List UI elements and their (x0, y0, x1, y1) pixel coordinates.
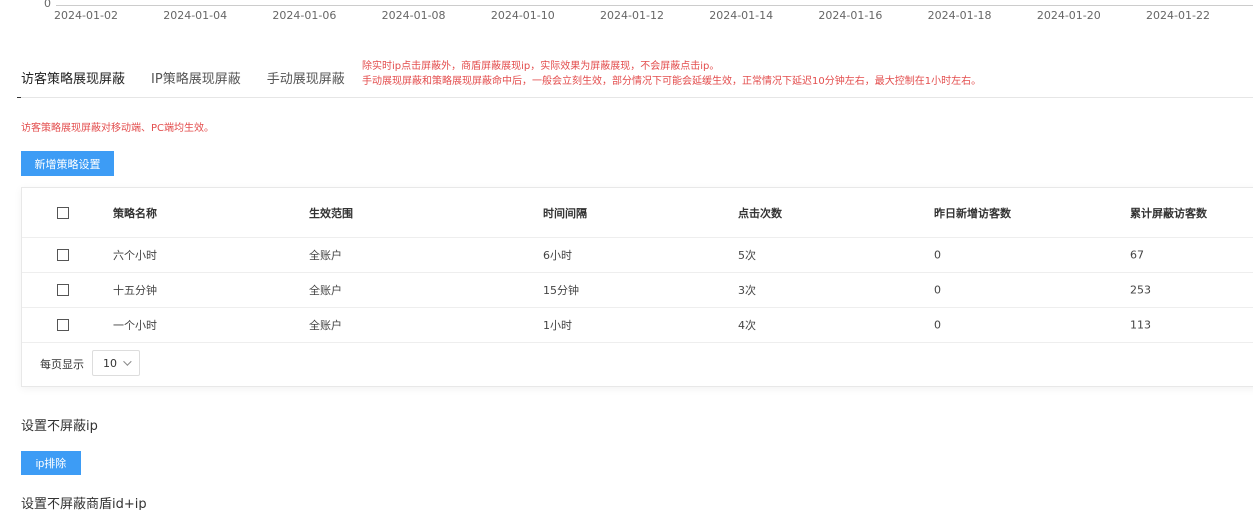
y-axis-zero-label: 0 (44, 0, 51, 10)
cell-interval: 15分钟 (543, 284, 579, 297)
cell-scope: 全账户 (309, 284, 342, 297)
page-size-value: 10 (103, 356, 117, 370)
col-header-interval: 时间间隔 (543, 206, 587, 220)
cell-total-blocked: 253 (1130, 283, 1151, 297)
add-strategy-button[interactable]: 新增策略设置 (21, 151, 114, 176)
col-header-total-blocked: 累计屏蔽访客数 (1130, 206, 1207, 220)
cell-name: 十五分钟 (113, 284, 157, 297)
cell-clicks: 4次 (738, 319, 756, 332)
cell-new-visitors: 0 (934, 318, 941, 332)
chevron-down-icon (123, 357, 132, 366)
cell-interval: 1小时 (543, 319, 572, 332)
cell-new-visitors: 0 (934, 283, 941, 297)
notice-line-2: 手动展现屏蔽和策略展现屏蔽命中后，一般会立刻生效，部分情况下可能会延缓生效，正常… (362, 76, 982, 87)
table-header-row: 策略名称 生效范围 时间间隔 点击次数 昨日新增访客数 累计屏蔽访客数 (22, 188, 1253, 238)
select-all-checkbox[interactable] (57, 206, 69, 219)
tab-visitor-strategy[interactable]: 访客策略展现屏蔽 (16, 56, 128, 98)
chart-x-axis: 0 2024-01-02 2024-01-04 2024-01-06 2024-01-… (0, 0, 1253, 30)
notice-line-1: 除实时ip点击屏蔽外，商盾屏蔽展现ip，实际效果为屏蔽展现，不会屏蔽点击ip。 (362, 61, 720, 72)
cell-scope: 全账户 (309, 249, 342, 262)
cell-clicks: 5次 (738, 249, 756, 262)
cell-name: 六个小时 (113, 249, 157, 262)
notice-text: 除实时ip点击屏蔽外，商盾屏蔽展现ip，实际效果为屏蔽展现，不会屏蔽点击ip。 … (362, 59, 981, 89)
x-tick-label: 2024-01-08 (381, 9, 446, 22)
strategy-table-panel: 策略名称 生效范围 时间间隔 点击次数 昨日新增访客数 累计屏蔽访客数 六个小时… (21, 187, 1253, 387)
ip-exclusion-title: 设置不屏蔽ip (21, 419, 98, 434)
cell-name: 一个小时 (113, 319, 157, 332)
x-tick-label: 2024-01-10 (490, 9, 555, 22)
col-header-new-visitors: 昨日新增访客数 (934, 206, 1011, 220)
page-size-label: 每页显示 (40, 358, 84, 371)
x-tick-label: 2024-01-04 (163, 9, 228, 22)
row-checkbox[interactable] (57, 284, 69, 296)
shield-id-ip-title: 设置不屏蔽商盾id+ip (21, 497, 147, 510)
x-tick-label: 2024-01-02 (54, 9, 118, 22)
x-axis-line (56, 5, 1253, 6)
col-header-scope: 生效范围 (309, 206, 353, 220)
cell-scope: 全账户 (309, 319, 342, 332)
x-tick-label: 2024-01-14 (709, 9, 774, 22)
col-header-clicks: 点击次数 (738, 206, 782, 220)
x-tick-label: 2024-01-16 (818, 9, 883, 22)
row-checkbox[interactable] (57, 319, 69, 331)
x-tick-label: 2024-01-12 (600, 9, 664, 22)
page-size-select[interactable]: 10 (92, 350, 140, 376)
ip-exclude-button[interactable]: ip排除 (21, 451, 81, 475)
tabs-divider (21, 97, 1253, 98)
cell-total-blocked: 67 (1130, 248, 1144, 262)
table-row: 十五分钟 全账户 15分钟 3次 0 253 (22, 273, 1253, 308)
x-tick-label: 2024-01-22 (1146, 9, 1210, 22)
visitor-strategy-tip: 访客策略展现屏蔽对移动端、PC端均生效。 (21, 123, 215, 134)
cell-clicks: 3次 (738, 284, 756, 297)
row-checkbox[interactable] (57, 249, 69, 261)
table-row: 一个小时 全账户 1小时 4次 0 113 (22, 308, 1253, 343)
x-tick-label: 2024-01-20 (1036, 9, 1101, 22)
cell-interval: 6小时 (543, 249, 572, 262)
cell-total-blocked: 113 (1130, 318, 1151, 332)
x-tick-label: 2024-01-06 (272, 9, 337, 22)
strategy-tabs: 访客策略展现屏蔽 IP策略展现屏蔽 手动展现屏蔽 (16, 56, 371, 98)
x-tick-label: 2024-01-18 (927, 9, 992, 22)
tab-ip-strategy[interactable]: IP策略展现屏蔽 (151, 56, 241, 98)
table-row: 六个小时 全账户 6小时 5次 0 67 (22, 238, 1253, 273)
tab-manual[interactable]: 手动展现屏蔽 (267, 56, 345, 98)
col-header-name: 策略名称 (113, 206, 157, 220)
cell-new-visitors: 0 (934, 248, 941, 262)
